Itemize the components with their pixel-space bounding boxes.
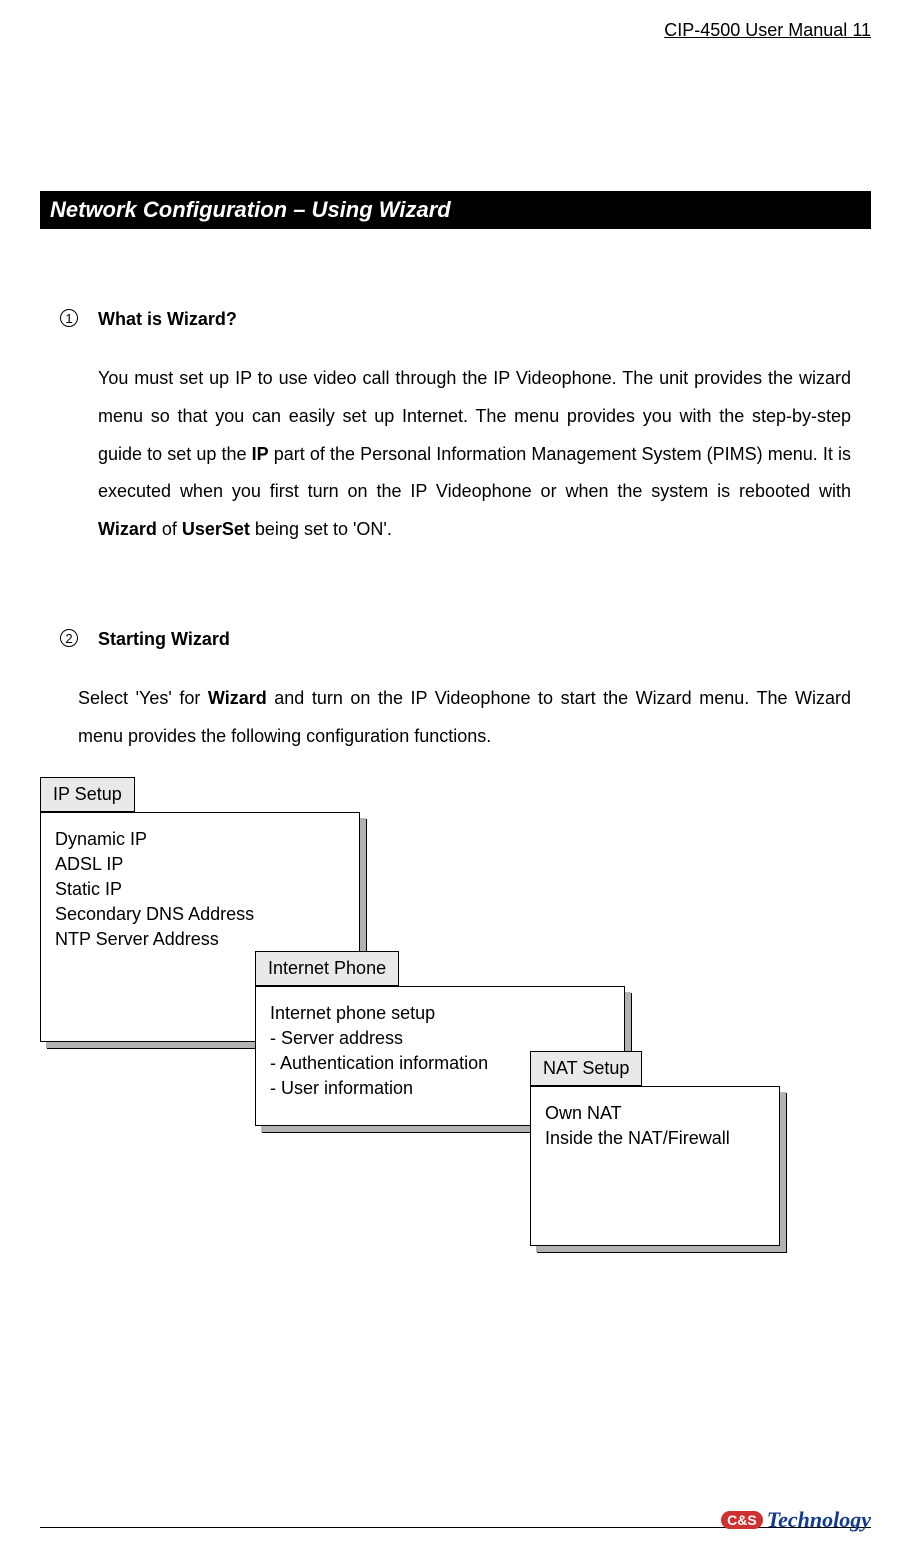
box-content: Dynamic IP ADSL IP Static IP Secondary D… (41, 813, 359, 963)
item-heading: 1 What is Wizard? (60, 309, 851, 330)
item-starting-wizard: 2 Starting Wizard Select 'Yes' for Wizar… (40, 629, 871, 756)
page-header: CIP-4500 User Manual 11 (40, 20, 871, 41)
list-item: Own NAT (545, 1101, 769, 1126)
item-marker-icon: 1 (60, 309, 78, 327)
body-bold: Wizard (98, 519, 157, 539)
body-bold: Wizard (208, 688, 267, 708)
section-title: Network Configuration – Using Wizard (40, 191, 871, 229)
item-marker-icon: 2 (60, 629, 78, 647)
list-item: Static IP (55, 877, 349, 902)
body-text: Select 'Yes' for (78, 688, 208, 708)
item-body: You must set up IP to use video call thr… (60, 360, 851, 549)
item-heading-text: What is Wizard? (98, 309, 237, 330)
item-body: Select 'Yes' for Wizard and turn on the … (60, 680, 851, 756)
page-footer: C&S Technology (40, 1527, 871, 1528)
list-item: NTP Server Address (55, 927, 349, 952)
list-item: Internet phone setup (270, 1001, 614, 1026)
item-heading: 2 Starting Wizard (60, 629, 851, 650)
tab-label: IP Setup (40, 777, 135, 812)
box-nat-setup: NAT Setup Own NAT Inside the NAT/Firewal… (530, 1086, 780, 1246)
list-item: Secondary DNS Address (55, 902, 349, 927)
box-content: Own NAT Inside the NAT/Firewall (531, 1087, 779, 1161)
list-item: Dynamic IP (55, 827, 349, 852)
logo: C&S Technology (721, 1507, 871, 1533)
page-number: 11 (852, 20, 871, 40)
list-item: - Server address (270, 1026, 614, 1051)
tab-label: NAT Setup (530, 1051, 642, 1086)
body-text: of (157, 519, 182, 539)
tab-label: Internet Phone (255, 951, 399, 986)
body-bold: UserSet (182, 519, 250, 539)
item-heading-text: Starting Wizard (98, 629, 230, 650)
doc-title: CIP-4500 User Manual (664, 20, 847, 40)
logo-badge-icon: C&S (721, 1511, 763, 1529)
logo-text: Technology (767, 1507, 871, 1533)
body-bold: IP (252, 444, 269, 464)
wizard-diagram: IP Setup Dynamic IP ADSL IP Static IP Se… (40, 776, 870, 1316)
list-item: ADSL IP (55, 852, 349, 877)
body-text: being set to 'ON'. (250, 519, 392, 539)
item-what-is-wizard: 1 What is Wizard? You must set up IP to … (40, 309, 871, 549)
list-item: Inside the NAT/Firewall (545, 1126, 769, 1151)
